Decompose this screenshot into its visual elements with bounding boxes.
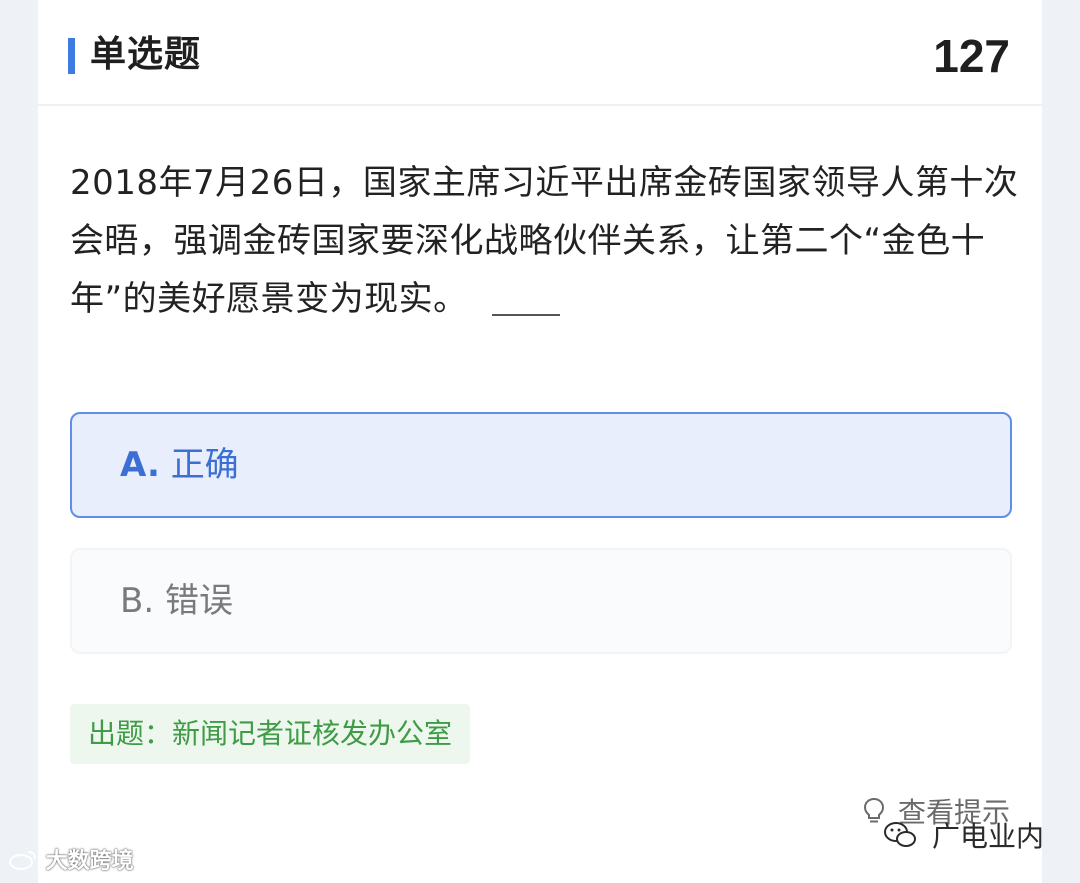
question-type-title: 单选题	[90, 34, 202, 75]
question-body: 2018年7月26日，国家主席习近平出席金砖国家领导人第十次会晤，强调金砖国家要…	[70, 154, 1020, 328]
answer-blank	[491, 286, 560, 316]
option-b-letter: B.	[120, 581, 155, 621]
source-tag: 出题：新闻记者证核发办公室	[70, 704, 471, 764]
watermark-left-text: 大数跨境	[45, 849, 134, 874]
option-b-label: 错误	[164, 581, 233, 621]
weibo-icon	[8, 849, 46, 874]
accent-bar	[68, 38, 75, 74]
option-a[interactable]: A. 正确	[70, 412, 1012, 518]
question-header: 单选题 127	[38, 0, 1042, 106]
watermark-right: 广电业内	[883, 819, 1044, 855]
option-a-label: 正确	[170, 445, 239, 485]
question-card: 单选题 127 2018年7月26日，国家主席习近平出席金砖国家领导人第十次会晤…	[38, 0, 1042, 883]
option-b[interactable]: B. 错误	[70, 548, 1012, 654]
question-number: 127	[933, 30, 1010, 82]
wechat-icon	[883, 820, 932, 853]
option-b-text: B. 错误	[120, 550, 233, 652]
watermark-left: 大数跨境	[8, 847, 134, 877]
option-a-text: A. 正确	[120, 414, 239, 516]
option-a-letter: A.	[120, 445, 160, 485]
watermark-right-text: 广电业内	[931, 820, 1044, 853]
